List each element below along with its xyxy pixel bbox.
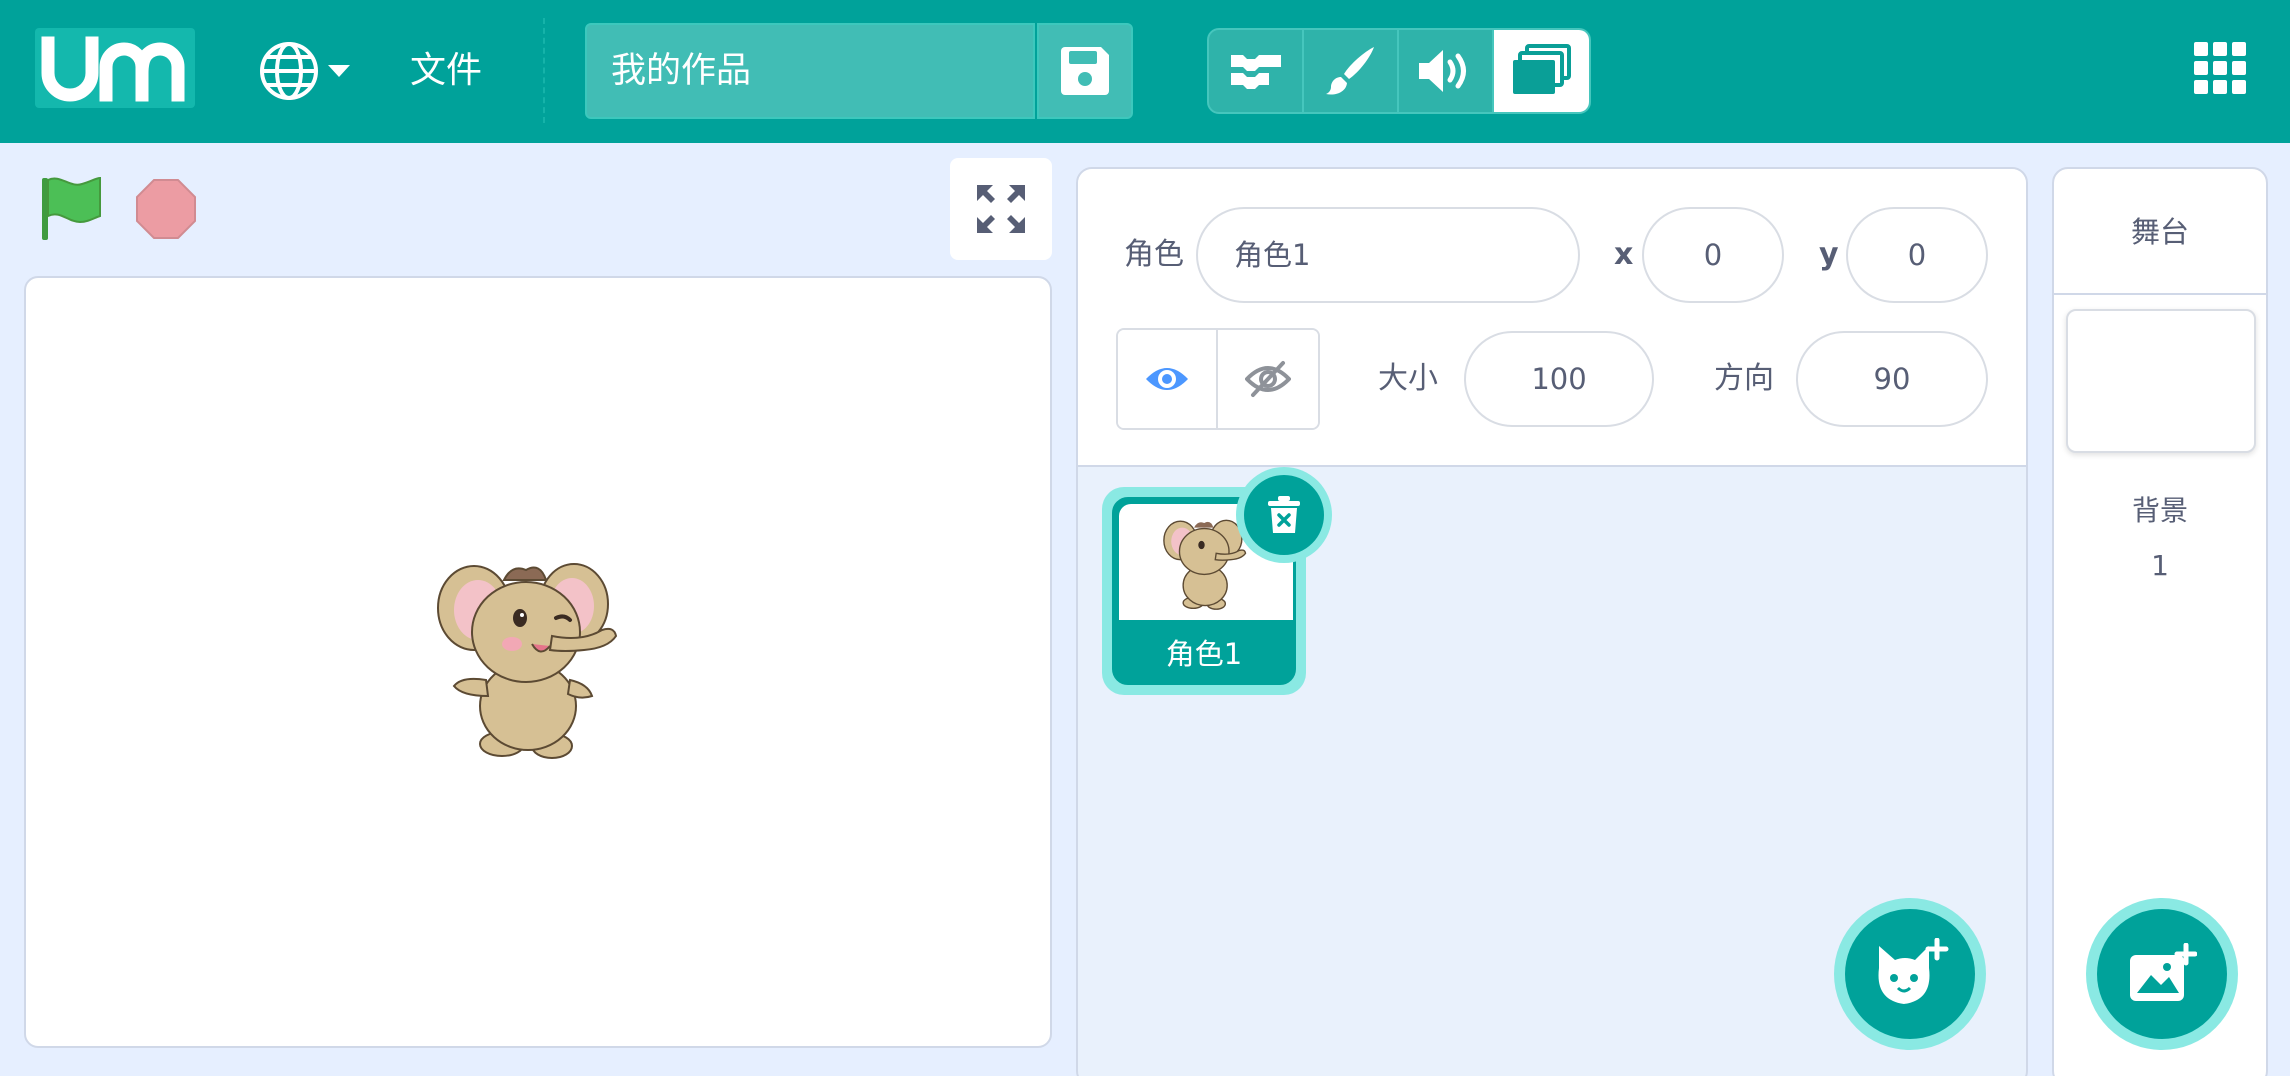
image-plus-icon [2130,943,2197,1001]
direction-label: 方向 [1714,361,1774,396]
cat-plus-icon [1878,938,1949,1004]
code-blocks-icon [1230,55,1281,89]
floppy-disk-icon [1061,47,1109,95]
project-title-input[interactable]: 我的作品 [585,23,1035,119]
backdrop-label: 背景 [2131,494,2188,527]
sprite-tile-name: 角色1 [1165,637,1243,671]
y-label: y [1819,237,1839,272]
green-flag-icon[interactable] [38,174,104,242]
fullscreen-button[interactable] [950,158,1052,260]
visibility-toggle [1116,328,1320,430]
menu-divider [543,18,545,123]
x-input[interactable]: 0 [1642,207,1784,303]
logo-mark [41,36,185,102]
add-backdrop-button[interactable] [2086,898,2238,1050]
stage-panel: 舞台 背景 1 [2052,167,2268,1076]
size-input[interactable]: 100 [1464,331,1654,427]
stage-thumbnail[interactable] [2066,309,2256,453]
expand-arrows-icon [977,185,1025,233]
stage-panel-title: 舞台 [2054,169,2266,295]
hide-sprite-button[interactable] [1218,330,1318,428]
apps-grid-button[interactable] [2190,38,2250,98]
grid-apps-icon [2194,42,2208,56]
stage-layers-icon [1513,44,1572,94]
eye-icon [1146,368,1188,390]
language-menu[interactable] [258,38,368,104]
sprite-panel: 角色 角色1 x 0 y 0 大小 100 方向 90 角色1 [1076,167,2028,1076]
eye-slash-icon [1245,361,1291,397]
tab-code[interactable] [1209,30,1304,112]
speaker-icon [1418,50,1466,92]
tab-sounds[interactable] [1399,30,1494,112]
menu-bar: 文件 我的作品 [0,0,2290,143]
file-menu[interactable]: 文件 [410,46,482,96]
y-input[interactable]: 0 [1846,207,1988,303]
tab-stage[interactable] [1494,30,1589,112]
direction-input[interactable]: 90 [1796,331,1988,427]
sprite-name-input[interactable]: 角色1 [1196,207,1580,303]
caret-down-icon [328,65,350,77]
stage-canvas[interactable] [24,276,1052,1048]
tab-costumes[interactable] [1304,30,1399,112]
logo[interactable] [35,28,195,108]
paintbrush-icon [1325,47,1374,95]
x-label: x [1614,237,1634,272]
sprite-name-label: 角色 [1124,237,1184,272]
trash-icon [1268,496,1300,533]
globe-icon [260,42,318,100]
add-sprite-button[interactable] [1834,898,1986,1050]
size-label: 大小 [1378,361,1438,396]
backdrop-count: 1 [2151,549,2169,582]
sprite-info: 角色 角色1 x 0 y 0 大小 100 方向 90 [1078,169,2026,467]
editor-mode-tabs [1207,28,1591,114]
elephant-sprite[interactable] [432,546,632,764]
stop-sign-icon[interactable] [135,178,197,240]
delete-sprite-button[interactable] [1236,467,1332,563]
save-button[interactable] [1037,23,1133,119]
show-sprite-button[interactable] [1118,330,1218,428]
